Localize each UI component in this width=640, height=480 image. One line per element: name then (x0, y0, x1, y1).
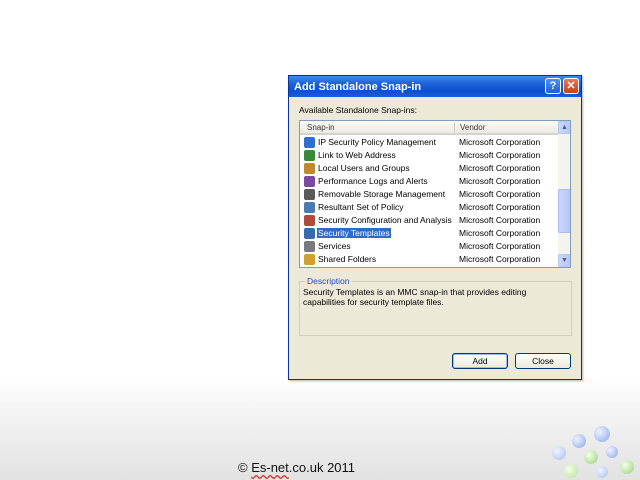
decorative-dots (540, 420, 640, 480)
snapin-name: Services (318, 241, 351, 251)
snapin-vendor: Microsoft Corporation (459, 137, 541, 147)
list-item[interactable]: Local Users and Groups Microsoft Corporat… (300, 162, 558, 175)
security-templates-icon (304, 228, 315, 239)
security-config-icon (304, 215, 315, 226)
snapin-rows: IP Security Policy Management Microsoft C… (300, 136, 558, 266)
column-header-vendor[interactable]: Vendor (460, 123, 485, 132)
list-item[interactable]: Security Configuration and Analysis Micro… (300, 214, 558, 227)
description-group: Description Security Templates is an MMC… (299, 276, 572, 336)
copyright-symbol: © (238, 460, 252, 475)
column-separator[interactable] (454, 123, 455, 132)
list-item[interactable]: Link to Web Address Microsoft Corporation (300, 149, 558, 162)
decorative-dot (596, 466, 608, 478)
snapin-name: IP Security Policy Management (318, 137, 436, 147)
available-snapins-label: Available Standalone Snap-ins: (299, 105, 417, 115)
copyright-footer: © Es-net.co.uk 2011 (238, 460, 355, 475)
add-button[interactable]: Add (452, 353, 508, 369)
decorative-dot (606, 446, 618, 458)
decorative-dot (564, 464, 578, 478)
list-item[interactable]: Services Microsoft Corporation (300, 240, 558, 253)
snapin-vendor: Microsoft Corporation (459, 202, 541, 212)
snapin-vendor: Microsoft Corporation (459, 215, 541, 225)
add-standalone-snapin-dialog: Add Standalone Snap-in ? ✕ Available Sta… (288, 75, 582, 380)
list-item[interactable]: Shared Folders Microsoft Corporation (300, 253, 558, 266)
footer-rest: .co.uk 2011 (288, 460, 356, 475)
vertical-scrollbar[interactable]: ▲ ▼ (558, 121, 570, 267)
close-icon: ✕ (566, 80, 576, 92)
ip-security-icon (304, 137, 315, 148)
decorative-dot (620, 460, 634, 474)
scroll-thumb[interactable] (558, 189, 570, 233)
close-window-button[interactable]: ✕ (563, 78, 579, 94)
description-text: Security Templates is an MMC snap-in tha… (303, 287, 527, 307)
help-icon: ? (549, 80, 557, 92)
list-item[interactable]: Removable Storage Management Microsoft Co… (300, 188, 558, 201)
snapin-name: Performance Logs and Alerts (318, 176, 428, 186)
users-icon (304, 163, 315, 174)
snapin-vendor: Microsoft Corporation (459, 241, 541, 251)
dialog-title: Add Standalone Snap-in (294, 81, 422, 93)
chevron-down-icon: ▼ (561, 257, 568, 264)
decorative-dot (594, 426, 610, 442)
scroll-up-button[interactable]: ▲ (558, 121, 570, 134)
list-item[interactable]: IP Security Policy Management Microsoft C… (300, 136, 558, 149)
list-header: Snap-in Vendor (300, 121, 558, 135)
storage-icon (304, 189, 315, 200)
snapin-vendor: Microsoft Corporation (459, 228, 541, 238)
snapin-list[interactable]: Snap-in Vendor IP Security Policy Manage… (299, 120, 571, 268)
scroll-down-button[interactable]: ▼ (558, 254, 570, 267)
list-item[interactable]: Security Templates Microsoft Corporation (300, 227, 558, 240)
snapin-vendor: Microsoft Corporation (459, 150, 541, 160)
snapin-name: Security Configuration and Analysis (318, 215, 452, 225)
performance-icon (304, 176, 315, 187)
shared-folders-icon (304, 254, 315, 265)
snapin-name: Local Users and Groups (318, 163, 410, 173)
help-button[interactable]: ? (545, 78, 561, 94)
description-legend: Description (305, 276, 352, 286)
policy-icon (304, 202, 315, 213)
column-header-snapin[interactable]: Snap-in (307, 123, 335, 132)
decorative-dot (584, 450, 598, 464)
snapin-vendor: Microsoft Corporation (459, 176, 541, 186)
snapin-name: Removable Storage Management (318, 189, 446, 199)
snapin-name: Security Templates (317, 228, 391, 238)
snapin-name: Shared Folders (318, 254, 377, 264)
snapin-vendor: Microsoft Corporation (459, 163, 541, 173)
snapin-vendor: Microsoft Corporation (459, 254, 541, 264)
snapin-vendor: Microsoft Corporation (459, 189, 541, 199)
snapin-name: Resultant Set of Policy (318, 202, 404, 212)
footer-site: Es-net (251, 460, 289, 475)
web-link-icon (304, 150, 315, 161)
services-icon (304, 241, 315, 252)
snapin-name: Link to Web Address (318, 150, 396, 160)
list-item[interactable]: Resultant Set of Policy Microsoft Corpora… (300, 201, 558, 214)
title-bar[interactable]: Add Standalone Snap-in ? ✕ (289, 76, 581, 97)
close-button[interactable]: Close (515, 353, 571, 369)
decorative-dot (552, 446, 566, 460)
list-item[interactable]: Performance Logs and Alerts Microsoft Cor… (300, 175, 558, 188)
chevron-up-icon: ▲ (561, 124, 568, 131)
decorative-dot (572, 434, 586, 448)
